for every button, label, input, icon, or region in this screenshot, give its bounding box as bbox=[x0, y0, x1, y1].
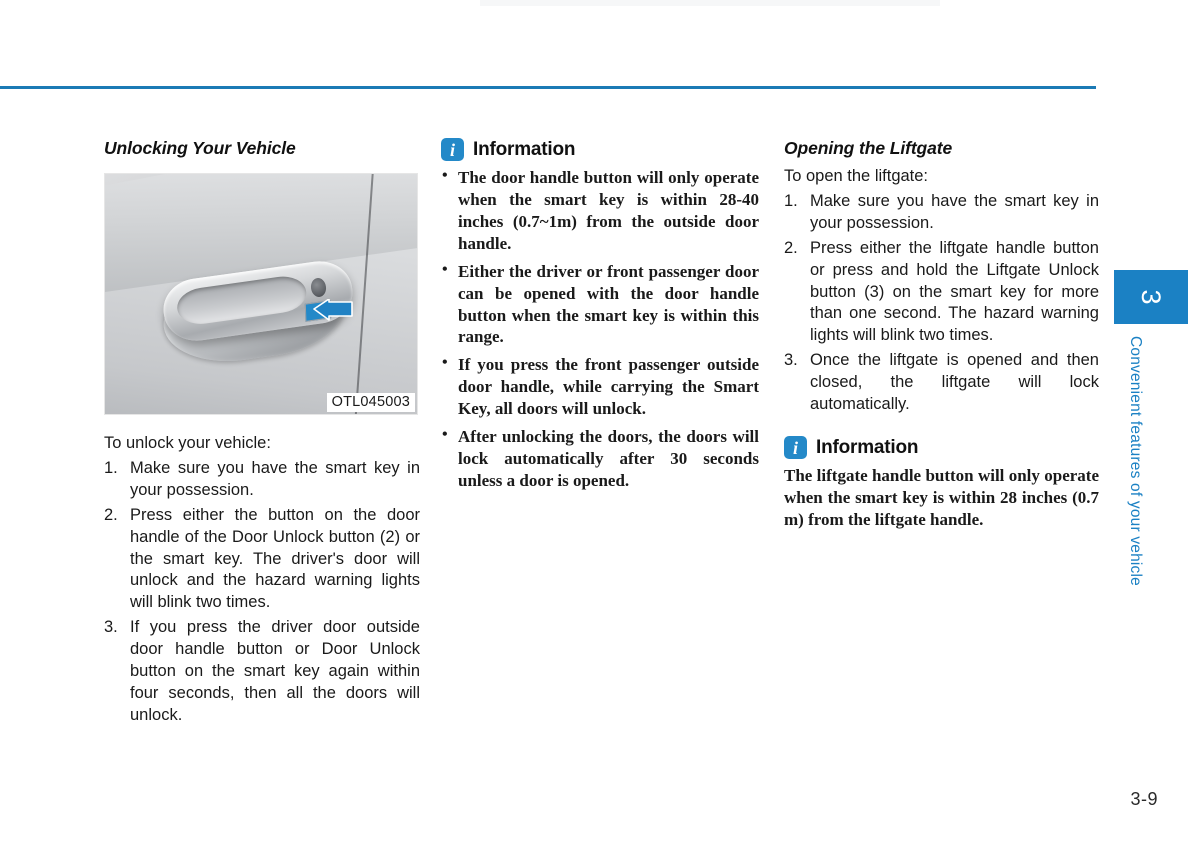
chapter-number: 3 bbox=[1136, 289, 1167, 305]
step-text: Press either the liftgate handle button … bbox=[810, 238, 1099, 345]
information-paragraph: The liftgate handle button will only ope… bbox=[784, 466, 1099, 529]
right-column: Opening the Liftgate To open the liftgat… bbox=[784, 138, 1099, 531]
step-text: Press either the button on the door hand… bbox=[130, 505, 420, 612]
liftgate-lead-text: To open the liftgate: bbox=[784, 167, 929, 185]
information-bullet-list: The door handle button will only operate… bbox=[441, 166, 759, 492]
liftgate-steps-list: 1. Make sure you have the smart key in y… bbox=[784, 191, 1099, 416]
step-marker: 1. bbox=[104, 458, 118, 477]
header-rule bbox=[0, 86, 1096, 89]
door-handle-figure: OTL045003 bbox=[104, 173, 418, 415]
chapter-title-vertical: Convenient features of your vehicle bbox=[1127, 336, 1144, 586]
step-marker: 3. bbox=[104, 618, 118, 637]
unlock-lead-text: To unlock your vehicle: bbox=[104, 434, 271, 452]
list-item: Either the driver or front passenger doo… bbox=[441, 260, 759, 349]
information-header: i Information bbox=[784, 436, 1099, 460]
information-icon: i bbox=[784, 436, 807, 460]
figure-caption: OTL045003 bbox=[326, 393, 415, 412]
information-header: i Information bbox=[441, 138, 759, 161]
list-item: If you press the front passenger outside… bbox=[441, 353, 759, 420]
list-item: 3. Once the liftgate is opened and then … bbox=[784, 350, 1099, 416]
liftgate-section-title: Opening the Liftgate bbox=[784, 138, 953, 158]
chapter-tab: 3 bbox=[1114, 270, 1188, 324]
step-text: Make sure you have the smart key in your… bbox=[130, 458, 420, 499]
page-title: Unlocking Your Vehicle bbox=[104, 138, 296, 158]
list-item: 1. Make sure you have the smart key in y… bbox=[784, 191, 1099, 235]
step-marker: 3. bbox=[784, 351, 798, 370]
list-item: After unlocking the doors, the doors wil… bbox=[441, 425, 759, 492]
list-item: 3. If you press the driver door outside … bbox=[104, 617, 420, 727]
step-text: Once the liftgate is opened and then clo… bbox=[810, 351, 1099, 414]
step-marker: 2. bbox=[784, 238, 798, 257]
left-column: Unlocking Your Vehicle OTL045003 To unlo… bbox=[104, 138, 420, 727]
information-title: Information bbox=[473, 138, 576, 160]
step-marker: 2. bbox=[104, 505, 118, 524]
blue-arrow-icon bbox=[313, 299, 353, 321]
page-number: 3-9 bbox=[1130, 789, 1158, 809]
step-text: Make sure you have the smart key in your… bbox=[810, 191, 1099, 232]
list-item: The door handle button will only operate… bbox=[441, 166, 759, 255]
step-marker: 1. bbox=[784, 191, 798, 210]
door-handle-inner-shadow bbox=[174, 273, 309, 328]
top-edge-artifact bbox=[480, 0, 940, 6]
information-icon: i bbox=[441, 138, 464, 161]
information-title: Information bbox=[816, 436, 919, 458]
unlock-steps-list: 1. Make sure you have the smart key in y… bbox=[104, 458, 420, 727]
list-item: 1. Make sure you have the smart key in y… bbox=[104, 458, 420, 502]
list-item: 2. Press either the button on the door h… bbox=[104, 505, 420, 615]
middle-column: i Information The door handle button wil… bbox=[441, 138, 759, 498]
step-text: If you press the driver door outside doo… bbox=[130, 618, 420, 725]
list-item: 2. Press either the liftgate handle butt… bbox=[784, 238, 1099, 348]
